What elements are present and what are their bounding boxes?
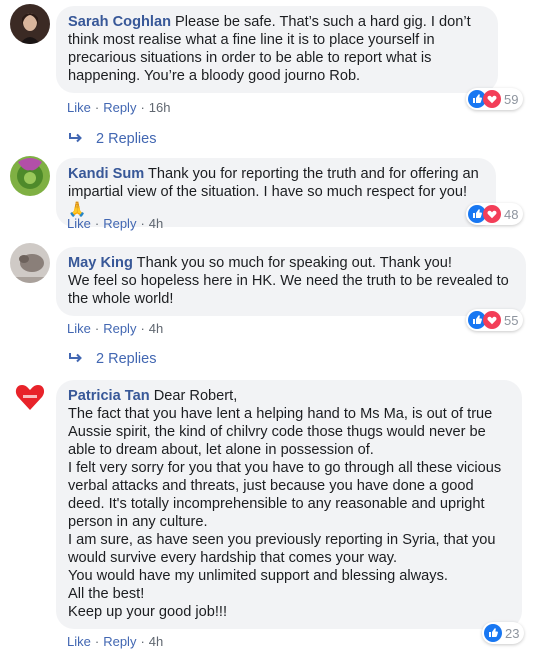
comment-author[interactable]: Patricia Tan: [68, 388, 150, 404]
love-icon: [483, 205, 501, 223]
reaction-summary[interactable]: 59: [466, 88, 524, 110]
separator: ·: [94, 634, 100, 649]
reply-link[interactable]: Reply: [103, 321, 136, 336]
comment-actions: Like · Reply · 4h: [67, 216, 163, 231]
reaction-count: 59: [504, 91, 519, 107]
separator: ·: [140, 216, 145, 231]
avatar[interactable]: [10, 4, 50, 44]
comment-timestamp[interactable]: 4h: [149, 321, 163, 336]
view-replies-link[interactable]: 2 Replies: [68, 351, 156, 367]
reaction-count: 48: [504, 206, 519, 222]
comment-bubble: May King Thank you so much for speaking …: [56, 247, 526, 316]
avatar[interactable]: [10, 377, 50, 417]
reply-link[interactable]: Reply: [103, 100, 136, 115]
reaction-count: 23: [505, 625, 520, 641]
avatar[interactable]: [10, 243, 50, 283]
avatar[interactable]: [10, 156, 50, 196]
like-link[interactable]: Like: [67, 321, 91, 336]
like-link[interactable]: Like: [67, 634, 91, 649]
like-icon: [484, 624, 502, 642]
separator: ·: [94, 321, 100, 336]
comment-author[interactable]: Kandi Sum: [68, 166, 144, 182]
comment-actions: Like · Reply · 4h: [67, 321, 163, 336]
comment-bubble: Sarah Coghlan Please be safe. That’s suc…: [56, 6, 498, 93]
comment-author[interactable]: May King: [68, 255, 133, 271]
reaction-summary[interactable]: 55: [466, 309, 524, 331]
comment-author[interactable]: Sarah Coghlan: [68, 14, 171, 30]
reply-link[interactable]: Reply: [103, 216, 136, 231]
comment-actions: Like · Reply · 16h: [67, 100, 171, 115]
comment-text: Dear Robert, The fact that you have lent…: [68, 388, 502, 620]
reaction-count: 55: [504, 312, 519, 328]
reaction-summary[interactable]: 48: [466, 203, 524, 225]
view-replies-link[interactable]: 2 Replies: [68, 131, 156, 147]
comment-actions: Like · Reply · 4h: [67, 634, 163, 649]
love-icon: [483, 90, 501, 108]
reply-arrow-icon: [68, 131, 84, 147]
comment-text: Thank you so much for speaking out. Than…: [68, 255, 509, 307]
reply-arrow-icon: [68, 351, 84, 367]
comment-timestamp[interactable]: 16h: [149, 100, 171, 115]
reaction-summary[interactable]: 23: [482, 622, 525, 644]
separator: ·: [94, 216, 100, 231]
separator: ·: [140, 321, 145, 336]
replies-count-label[interactable]: 2 Replies: [96, 351, 156, 367]
separator: ·: [94, 100, 100, 115]
replies-count-label[interactable]: 2 Replies: [96, 131, 156, 147]
comment-bubble: Patricia Tan Dear Robert, The fact that …: [56, 380, 522, 629]
comment-timestamp[interactable]: 4h: [149, 634, 163, 649]
like-link[interactable]: Like: [67, 216, 91, 231]
separator: ·: [140, 100, 145, 115]
comment-timestamp[interactable]: 4h: [149, 216, 163, 231]
love-icon: [483, 311, 501, 329]
reply-link[interactable]: Reply: [103, 634, 136, 649]
like-link[interactable]: Like: [67, 100, 91, 115]
separator: ·: [140, 634, 145, 649]
